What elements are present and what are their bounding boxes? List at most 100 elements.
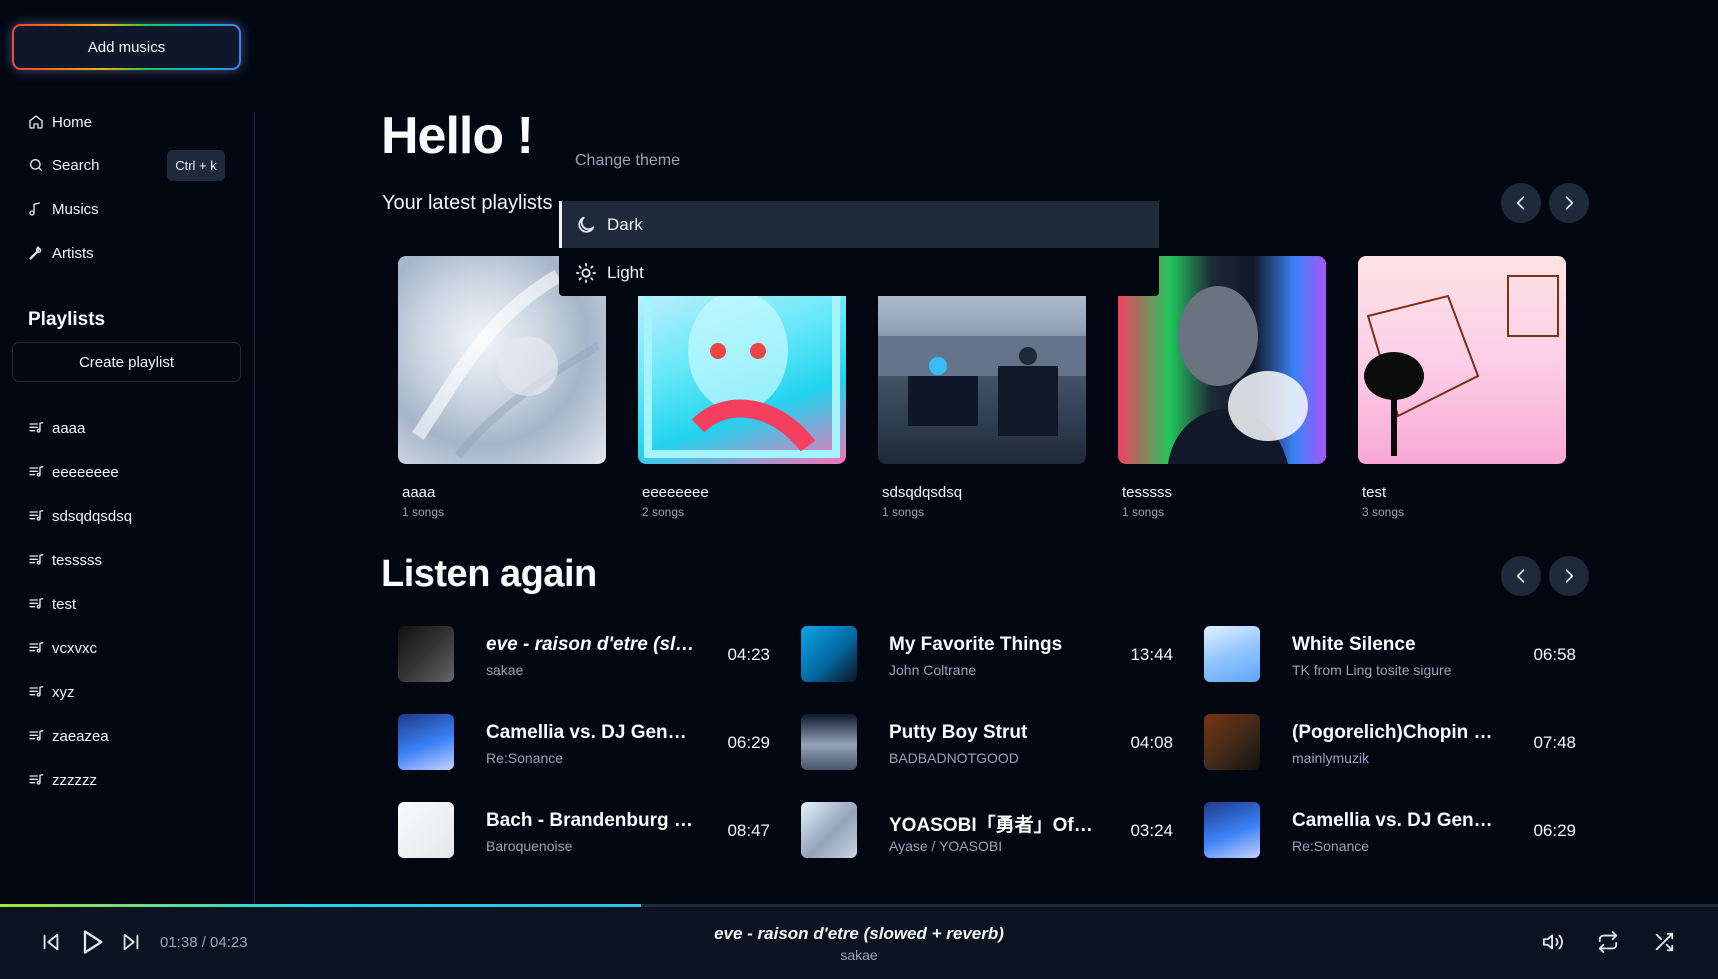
playlist-card[interactable]: test 3 songs	[1358, 256, 1566, 519]
nav-musics[interactable]: Musics	[28, 198, 99, 220]
track-row[interactable]: Camellia vs. DJ Genki - Re:Sonance Re:Son…	[398, 713, 770, 771]
sidebar-playlist-item[interactable]: xyz	[28, 670, 132, 714]
latest-playlists-heading: Your latest playlists	[382, 192, 553, 214]
sidebar-playlist-label: eeeeeeee	[52, 463, 119, 481]
sidebar-playlist-item[interactable]: zaeazea	[28, 714, 132, 758]
playlists-prev-button[interactable]	[1501, 183, 1541, 223]
track-row[interactable]: YOASOBI「勇者」Official Music Video Ayase / Y…	[801, 801, 1173, 859]
playlists-next-button[interactable]	[1549, 183, 1589, 223]
track-row[interactable]: eve - raison d'etre (slowed + reverb) sak…	[398, 625, 770, 683]
track-thumbnail	[398, 626, 454, 682]
sidebar-playlist-item[interactable]: eeeeeeee	[28, 450, 132, 494]
playlist-card-name: sdsqdqsdsq	[882, 484, 963, 501]
volume-button[interactable]	[1542, 931, 1564, 953]
track-duration: 06:58	[1533, 645, 1576, 664]
listen-again-heading: Listen again	[381, 553, 597, 595]
track-title: (Pogorelich)Chopin Scherzo	[1292, 722, 1502, 743]
track-row[interactable]: My Favorite Things John Coltrane 13:44	[801, 625, 1173, 683]
playlist-icon	[28, 684, 44, 700]
track-thumbnail	[1204, 802, 1260, 858]
track-title: My Favorite Things	[889, 634, 1063, 655]
track-row[interactable]: Bach - Brandenburg Concerto Baroquenoise 0…	[398, 801, 770, 859]
change-theme-label: Change theme	[575, 152, 680, 169]
playlist-card-name: aaaa	[402, 484, 436, 501]
chevron-left-icon	[1511, 566, 1531, 586]
sidebar-playlist-label: aaaa	[52, 419, 86, 437]
nav-home-label: Home	[52, 113, 93, 131]
track-duration: 06:29	[727, 733, 770, 752]
playlist-card-count: 3 songs	[1362, 505, 1405, 519]
playlists-heading: Playlists	[28, 309, 106, 330]
playlist-card-count: 2 songs	[642, 505, 685, 519]
theme-option-label: Dark	[607, 214, 643, 234]
track-duration: 04:08	[1130, 733, 1173, 752]
track-artist: mainlymuzik	[1292, 750, 1370, 766]
sidebar-playlist-label: zzzzzz	[52, 771, 97, 789]
sidebar-playlist-item[interactable]: sdsqdqsdsq	[28, 494, 132, 538]
track-title: White Silence	[1292, 634, 1416, 655]
moon-icon	[575, 214, 597, 236]
nav-search-label: Search	[52, 156, 100, 174]
track-artist: Re:Sonance	[486, 750, 564, 766]
add-musics-button-border: Add musics	[12, 24, 241, 70]
listen-next-button[interactable]	[1549, 556, 1589, 596]
theme-option-light[interactable]: Light	[559, 249, 1159, 296]
sidebar-playlist-label: test	[52, 595, 77, 613]
track-artist: sakae	[486, 662, 524, 678]
search-icon	[28, 157, 44, 173]
player-bar: 01:38 / 04:23 eve - raison d'etre (slowe…	[0, 907, 1718, 979]
sidebar-playlist-item[interactable]: test	[28, 582, 132, 626]
playlist-icon	[28, 640, 44, 656]
track-row[interactable]: (Pogorelich)Chopin Scherzo mainlymuzik 07:…	[1204, 713, 1576, 771]
sun-icon	[575, 262, 597, 284]
theme-option-dark[interactable]: Dark	[559, 201, 1159, 248]
shuffle-icon	[1653, 931, 1675, 953]
track-thumbnail	[1204, 626, 1260, 682]
track-artist: Ayase / YOASOBI	[889, 838, 1003, 854]
track-thumbnail	[398, 802, 454, 858]
playlist-icon	[28, 552, 44, 568]
chevron-right-icon	[1559, 566, 1579, 586]
shuffle-button[interactable]	[1653, 931, 1675, 953]
track-duration: 13:44	[1130, 645, 1173, 664]
sidebar-playlist-label: zaeazea	[52, 727, 109, 745]
create-playlist-button[interactable]: Create playlist	[12, 342, 241, 382]
track-thumbnail	[801, 626, 857, 682]
track-artist: BADBADNOTGOOD	[889, 750, 1019, 766]
track-duration: 04:23	[727, 645, 770, 664]
sidebar-playlist-label: vcxvxc	[52, 639, 97, 657]
nav-search[interactable]: Search	[28, 154, 100, 176]
playlist-card-name: test	[1362, 484, 1387, 501]
track-duration: 06:29	[1533, 821, 1576, 840]
track-thumbnail	[801, 802, 857, 858]
listen-prev-button[interactable]	[1501, 556, 1541, 596]
track-title: Camellia vs. DJ Genki - Re:Sonance	[486, 722, 696, 743]
playlist-icon	[28, 464, 44, 480]
theme-dropdown: Dark Light	[559, 201, 1159, 296]
sidebar-playlist-item[interactable]: aaaa	[28, 406, 132, 450]
playlist-icon	[28, 596, 44, 612]
add-musics-button[interactable]: Add musics	[14, 26, 239, 68]
track-row[interactable]: Camellia vs. DJ Genki - Re:Sonance Re:Son…	[1204, 801, 1576, 859]
music-note-icon	[28, 201, 44, 217]
playlist-card-name: eeeeeeee	[642, 484, 709, 501]
now-playing-artist: sakae	[840, 947, 878, 963]
track-artist: John Coltrane	[889, 662, 977, 678]
nav-home[interactable]: Home	[28, 111, 92, 133]
track-duration: 07:48	[1533, 733, 1576, 752]
sidebar-playlist-item[interactable]: tesssss	[28, 538, 132, 582]
nav-artists-label: Artists	[52, 244, 94, 262]
track-title: Bach - Brandenburg Concerto	[486, 810, 696, 831]
playlist-card-count: 1 songs	[882, 505, 925, 519]
sidebar-playlist-item[interactable]: vcxvxc	[28, 626, 132, 670]
playlist-icon	[28, 728, 44, 744]
track-row[interactable]: Putty Boy Strut BADBADNOTGOOD 04:08	[801, 713, 1173, 771]
repeat-icon	[1597, 931, 1619, 953]
track-row[interactable]: White Silence TK from Ling tosite sigure 0…	[1204, 625, 1576, 683]
playlist-icon	[28, 420, 44, 436]
nav-artists[interactable]: Artists	[28, 242, 94, 264]
repeat-button[interactable]	[1597, 931, 1619, 953]
track-artist: TK from Ling tosite sigure	[1292, 662, 1452, 678]
search-shortcut-badge: Ctrl + k	[167, 150, 225, 181]
sidebar-playlist-item[interactable]: zzzzzz	[28, 758, 132, 802]
